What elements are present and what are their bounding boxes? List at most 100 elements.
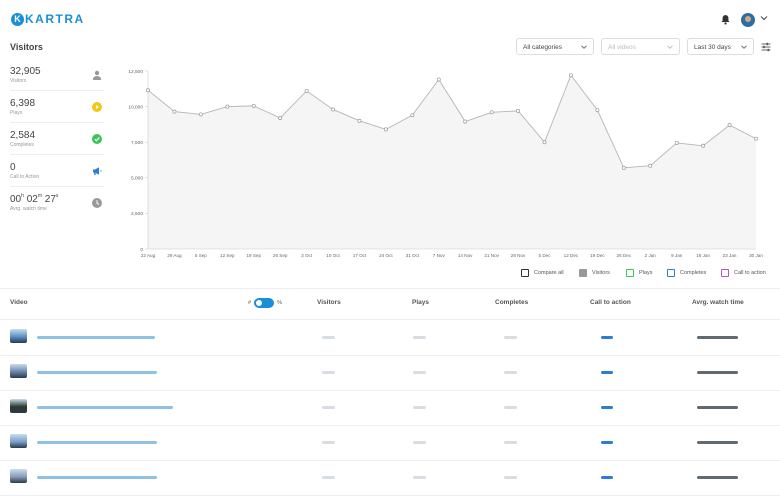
- completes-placeholder: [504, 371, 517, 374]
- x-tick-label: 21 Nov: [484, 253, 499, 258]
- stat-watch-time: 00h 02m 27s Avrg. watch time: [10, 193, 104, 218]
- cta-placeholder: [601, 336, 613, 339]
- data-point[interactable]: [304, 88, 309, 93]
- x-tick-label: 16 Jan: [696, 253, 710, 258]
- legend-completes[interactable]: Completes: [667, 269, 706, 277]
- plays-placeholder: [413, 371, 426, 374]
- visitors-placeholder: [322, 371, 335, 374]
- x-tick-label: 5 Sep: [195, 253, 207, 258]
- col-completes[interactable]: Completes: [495, 299, 528, 306]
- stat-value: 00h 02m 27s: [10, 193, 104, 205]
- x-tick-label: 12 Sep: [220, 253, 235, 258]
- col-watch-time[interactable]: Avrg. watch time: [692, 299, 744, 306]
- video-thumbnail[interactable]: [10, 329, 27, 343]
- video-thumbnail[interactable]: [10, 364, 27, 378]
- x-tick-label: 30 Jan: [749, 253, 763, 258]
- data-point[interactable]: [648, 163, 653, 168]
- col-call-to-action[interactable]: Call to action: [590, 299, 631, 306]
- data-point[interactable]: [357, 118, 362, 123]
- sliders-icon[interactable]: [761, 42, 771, 52]
- y-tick-label: 2,500: [131, 211, 143, 217]
- legend-call-to-action[interactable]: Call to action: [721, 269, 766, 277]
- divider: [0, 288, 780, 289]
- data-point[interactable]: [225, 104, 230, 109]
- data-point[interactable]: [410, 113, 415, 118]
- legend-checkbox[interactable]: [579, 269, 587, 277]
- data-point[interactable]: [436, 77, 441, 82]
- data-point[interactable]: [172, 109, 177, 114]
- data-point[interactable]: [463, 119, 468, 124]
- table-row[interactable]: [0, 355, 780, 391]
- watch-time-placeholder: [697, 441, 738, 444]
- video-title-placeholder[interactable]: [37, 406, 173, 409]
- table-row[interactable]: [0, 390, 780, 426]
- data-point[interactable]: [383, 127, 388, 132]
- data-point[interactable]: [278, 116, 283, 120]
- kartra-logo[interactable]: K KARTRA: [11, 12, 85, 26]
- date-range-select-value: Last 30 days: [694, 44, 731, 51]
- data-point[interactable]: [727, 123, 732, 128]
- video-title-placeholder[interactable]: [37, 336, 155, 339]
- x-tick-label: 26 Sep: [273, 253, 288, 258]
- cta-placeholder: [601, 476, 613, 479]
- legend-checkbox[interactable]: [667, 269, 675, 277]
- legend-checkbox[interactable]: [521, 269, 529, 277]
- legend-visitors[interactable]: Visitors: [579, 269, 610, 277]
- percent-toggle[interactable]: [254, 298, 275, 308]
- data-point[interactable]: [569, 73, 573, 78]
- data-point[interactable]: [331, 107, 335, 112]
- chevron-down-icon[interactable]: [760, 14, 768, 22]
- y-tick-label: 7,500: [131, 140, 143, 146]
- data-point[interactable]: [542, 140, 547, 145]
- play-icon: [92, 102, 102, 112]
- visitors-placeholder: [322, 476, 335, 479]
- video-title-placeholder[interactable]: [37, 441, 157, 444]
- legend-compare-all[interactable]: Compare all: [521, 269, 564, 277]
- data-point[interactable]: [251, 103, 256, 108]
- video-select[interactable]: All videos: [601, 38, 680, 55]
- table-row[interactable]: [0, 320, 780, 356]
- data-point[interactable]: [516, 108, 521, 113]
- person-icon: [92, 70, 102, 80]
- x-tick-label: 22 Aug: [141, 253, 156, 258]
- legend-label: Plays: [639, 270, 653, 276]
- x-tick-label: 26 Dec: [617, 253, 632, 258]
- category-select[interactable]: All categories: [516, 38, 594, 55]
- toggle-percent-label: %: [277, 300, 282, 306]
- video-thumbnail[interactable]: [10, 434, 27, 448]
- legend-checkbox[interactable]: [626, 269, 634, 277]
- x-tick-label: 5 Dec: [539, 253, 552, 258]
- table-row[interactable]: [0, 460, 780, 496]
- cta-placeholder: [601, 441, 613, 444]
- bell-icon[interactable]: [720, 14, 731, 25]
- video-thumbnail[interactable]: [10, 399, 27, 413]
- data-point[interactable]: [198, 112, 203, 117]
- data-point[interactable]: [754, 136, 758, 141]
- stat-value: 0: [10, 162, 16, 173]
- stat-value: 32,905: [10, 66, 41, 77]
- legend-label: Completes: [680, 270, 707, 276]
- plays-placeholder: [413, 406, 426, 409]
- video-thumbnail[interactable]: [10, 469, 27, 483]
- x-tick-label: 7 Nov: [433, 253, 446, 258]
- chevron-down-icon: [581, 45, 587, 49]
- col-plays[interactable]: Plays: [412, 299, 429, 306]
- x-tick-label: 23 Jan: [723, 253, 737, 258]
- table-row[interactable]: [0, 425, 780, 461]
- legend-checkbox[interactable]: [721, 269, 729, 277]
- data-point[interactable]: [621, 165, 626, 170]
- x-tick-label: 3 Oct: [301, 253, 313, 258]
- col-visitors[interactable]: Visitors: [317, 299, 341, 306]
- data-point[interactable]: [595, 108, 600, 113]
- data-point[interactable]: [489, 110, 494, 115]
- watch-minutes-unit: m: [37, 193, 42, 199]
- video-title-placeholder[interactable]: [37, 476, 157, 479]
- video-title-placeholder[interactable]: [37, 371, 157, 374]
- data-point[interactable]: [701, 143, 706, 148]
- data-point[interactable]: [146, 88, 150, 93]
- avatar[interactable]: [741, 13, 755, 27]
- data-point[interactable]: [674, 140, 679, 145]
- cta-placeholder: [601, 406, 613, 409]
- date-range-select[interactable]: Last 30 days: [687, 38, 754, 55]
- legend-plays[interactable]: Plays: [626, 269, 652, 277]
